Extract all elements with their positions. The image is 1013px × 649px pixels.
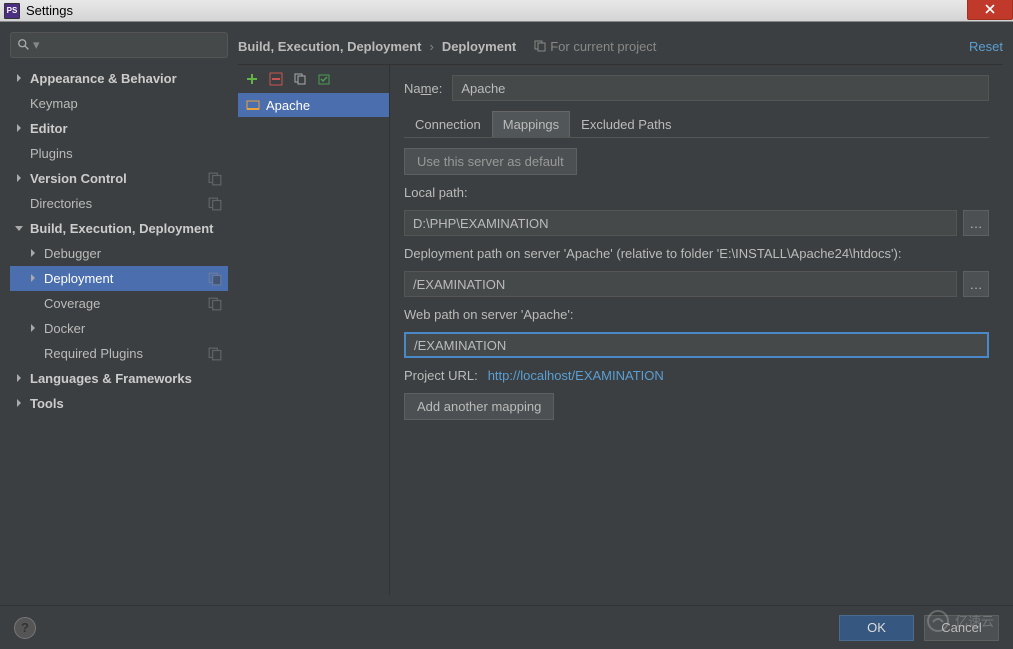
settings-tree: Appearance & Behavior Keymap Editor Plugins… [10,66,228,595]
copy-icon [293,72,307,86]
tab-mappings[interactable]: Mappings [492,111,570,137]
sidebar-item-docker[interactable]: Docker [10,316,228,341]
tab-excluded[interactable]: Excluded Paths [570,111,682,137]
project-url-link[interactable]: http://localhost/EXAMINATION [488,368,664,383]
chevron-right-icon [28,273,40,285]
local-path-label: Local path: [404,185,989,200]
sidebar-item-label: Tools [30,396,228,411]
reset-link[interactable]: Reset [969,39,1003,54]
close-icon [985,4,995,14]
chevron-down-icon [14,223,26,235]
copy-icon [208,297,222,311]
chevron-right-icon [14,123,26,135]
sidebar-item-label: Keymap [30,96,228,111]
server-toolbar [238,65,389,93]
tabs: Connection Mappings Excluded Paths [404,111,989,138]
server-icon [246,99,260,111]
web-path-label: Web path on server 'Apache': [404,307,989,322]
sidebar-item-label: Build, Execution, Deployment [30,221,228,236]
copy-server-button[interactable] [290,69,310,89]
server-list-panel: Apache [238,65,390,595]
deploy-path-label: Deployment path on server 'Apache' (rela… [404,246,989,261]
sidebar-item-editor[interactable]: Editor [10,116,228,141]
sidebar-item-build-execution-deployment[interactable]: Build, Execution, Deployment [10,216,228,241]
sidebar-item-coverage[interactable]: Coverage [10,291,228,316]
chevron-right-icon [14,398,26,410]
cancel-button[interactable]: Cancel [924,615,999,641]
chevron-right-icon [14,73,26,85]
project-url-label: Project URL: [404,368,478,383]
sidebar-item-required-plugins[interactable]: Required Plugins [10,341,228,366]
chevron-right-icon [14,173,26,185]
browse-deploy-path-button[interactable]: … [963,271,989,297]
for-project-badge: For current project [534,39,656,54]
chevron-right-icon [28,323,40,335]
remove-server-button[interactable] [266,69,286,89]
window-title: Settings [26,3,73,18]
sidebar-item-debugger[interactable]: Debugger [10,241,228,266]
check-icon [317,72,331,86]
sidebar-item-directories[interactable]: Directories [10,191,228,216]
add-server-button[interactable] [242,69,262,89]
sidebar-item-label: Appearance & Behavior [30,71,228,86]
sidebar-item-appearance-behavior[interactable]: Appearance & Behavior [10,66,228,91]
search-input[interactable]: ▾ [10,32,228,58]
close-button[interactable] [967,0,1013,20]
help-button[interactable]: ? [14,617,36,639]
local-path-input[interactable] [404,210,957,236]
sidebar-item-label: Version Control [30,171,208,186]
sidebar-item-languages-frameworks[interactable]: Languages & Frameworks [10,366,228,391]
search-dropdown-icon[interactable]: ▾ [33,37,40,53]
copy-icon [534,40,546,52]
ok-button[interactable]: OK [839,615,914,641]
sidebar-item-label: Coverage [44,296,208,311]
breadcrumb-part2[interactable]: Deployment [442,39,516,54]
name-input[interactable] [452,75,989,101]
chevron-right-icon [14,373,26,385]
sidebar-item-plugins[interactable]: Plugins [10,141,228,166]
footer: ? OK Cancel [0,605,1013,649]
browse-local-path-button[interactable]: … [963,210,989,236]
sidebar-item-tools[interactable]: Tools [10,391,228,416]
deploy-path-input[interactable] [404,271,957,297]
name-label: Name: [404,81,442,96]
add-mapping-button[interactable]: Add another mapping [404,393,554,420]
settings-sidebar: ▾ Appearance & Behavior Keymap Editor Plugi… [10,32,228,595]
sidebar-item-deployment[interactable]: Deployment [10,266,228,291]
breadcrumb-part1[interactable]: Build, Execution, Deployment [238,39,421,54]
minus-icon [269,72,283,86]
sidebar-item-label: Deployment [44,271,208,286]
tab-connection[interactable]: Connection [404,111,492,137]
sidebar-item-label: Required Plugins [44,346,208,361]
sidebar-item-label: Editor [30,121,228,136]
use-as-default-button[interactable]: Use this server as default [404,148,577,175]
detail-panel: Name: Connection Mappings Excluded Paths… [390,65,1003,595]
sidebar-item-version-control[interactable]: Version Control [10,166,228,191]
copy-icon [208,172,222,186]
sidebar-item-keymap[interactable]: Keymap [10,91,228,116]
server-item-apache[interactable]: Apache [238,93,389,117]
web-path-input[interactable] [404,332,989,358]
server-item-label: Apache [266,98,310,113]
app-icon: PS [4,3,20,19]
search-icon [17,38,31,52]
chevron-right-icon [28,248,40,260]
titlebar: PS Settings [0,0,1013,22]
sidebar-item-label: Plugins [30,146,228,161]
sidebar-item-label: Docker [44,321,228,336]
sidebar-item-label: Directories [30,196,208,211]
copy-icon [208,197,222,211]
sidebar-item-label: Debugger [44,246,228,261]
sidebar-item-label: Languages & Frameworks [30,371,228,386]
chevron-right-icon: › [429,39,433,54]
set-default-button[interactable] [314,69,334,89]
copy-icon [208,347,222,361]
copy-icon [208,272,222,286]
plus-icon [245,72,259,86]
breadcrumb: Build, Execution, Deployment › Deploymen… [238,32,1003,60]
